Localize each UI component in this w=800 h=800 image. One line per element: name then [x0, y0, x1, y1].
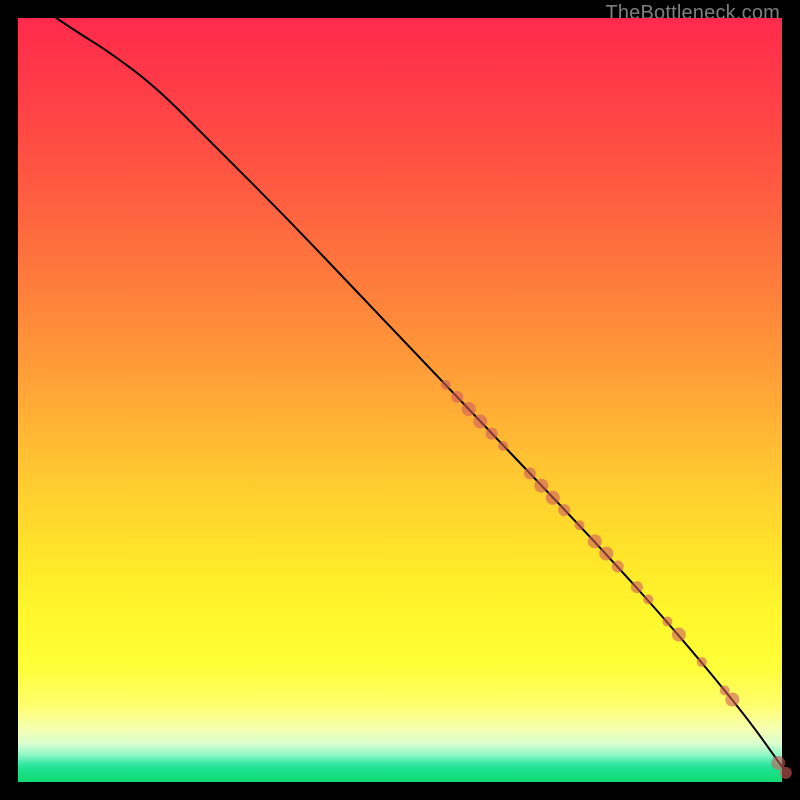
data-point — [643, 594, 653, 604]
trend-curve — [56, 18, 782, 767]
data-point — [588, 534, 602, 548]
data-point — [451, 391, 463, 403]
data-point — [672, 628, 686, 642]
data-point — [575, 520, 585, 530]
chart-overlay — [18, 18, 782, 782]
data-point — [631, 581, 643, 593]
data-point — [725, 692, 739, 706]
data-points — [441, 380, 792, 779]
data-point — [498, 441, 508, 451]
data-point — [546, 491, 560, 505]
data-point — [662, 617, 672, 627]
data-point — [780, 767, 792, 779]
data-point — [473, 414, 487, 428]
data-point — [697, 657, 707, 667]
data-point — [441, 380, 451, 390]
data-point — [599, 547, 613, 561]
data-point — [524, 467, 536, 479]
data-point — [486, 428, 498, 440]
data-point — [534, 479, 548, 493]
data-point — [558, 504, 570, 516]
data-point — [462, 402, 476, 416]
data-point — [720, 685, 730, 695]
data-point — [612, 561, 624, 573]
chart-frame: TheBottleneck.com — [0, 0, 800, 800]
